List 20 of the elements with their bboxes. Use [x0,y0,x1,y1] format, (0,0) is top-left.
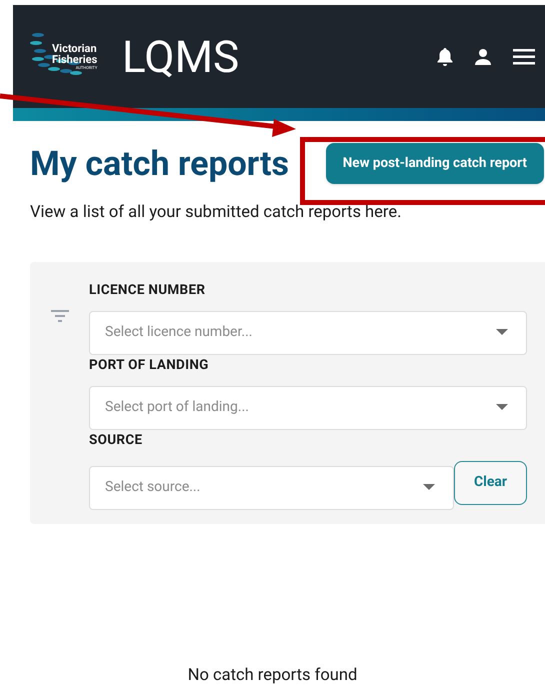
filter-label: PORT OF LANDING [89,356,210,375]
empty-message: No catch reports found [186,665,358,688]
caret-icon [423,484,435,492]
page-title: My catch reports [30,146,290,180]
filter-label: LICENCE NUMBER [89,282,206,300]
caret-icon [496,404,508,412]
clear-button[interactable]: Clear [454,460,527,505]
caret-icon [496,329,508,336]
page-description: View a list of all your submitted catch reports here. [29,202,402,224]
logo-text: Victorian [52,42,98,54]
app-name: LQMS [122,34,240,78]
menu-icon[interactable] [513,48,535,64]
bell-icon[interactable] [437,48,453,66]
select-field[interactable]: Select port of landing... [89,386,527,430]
logo-text: Fisheries [52,54,98,64]
select-field[interactable]: Select source... [89,466,454,510]
user-icon[interactable] [475,48,491,64]
filter-label: SOURCE [89,432,144,450]
select-field[interactable]: Select licence number... [89,310,527,355]
new-report-button[interactable]: New post-landing catch report [326,143,544,184]
